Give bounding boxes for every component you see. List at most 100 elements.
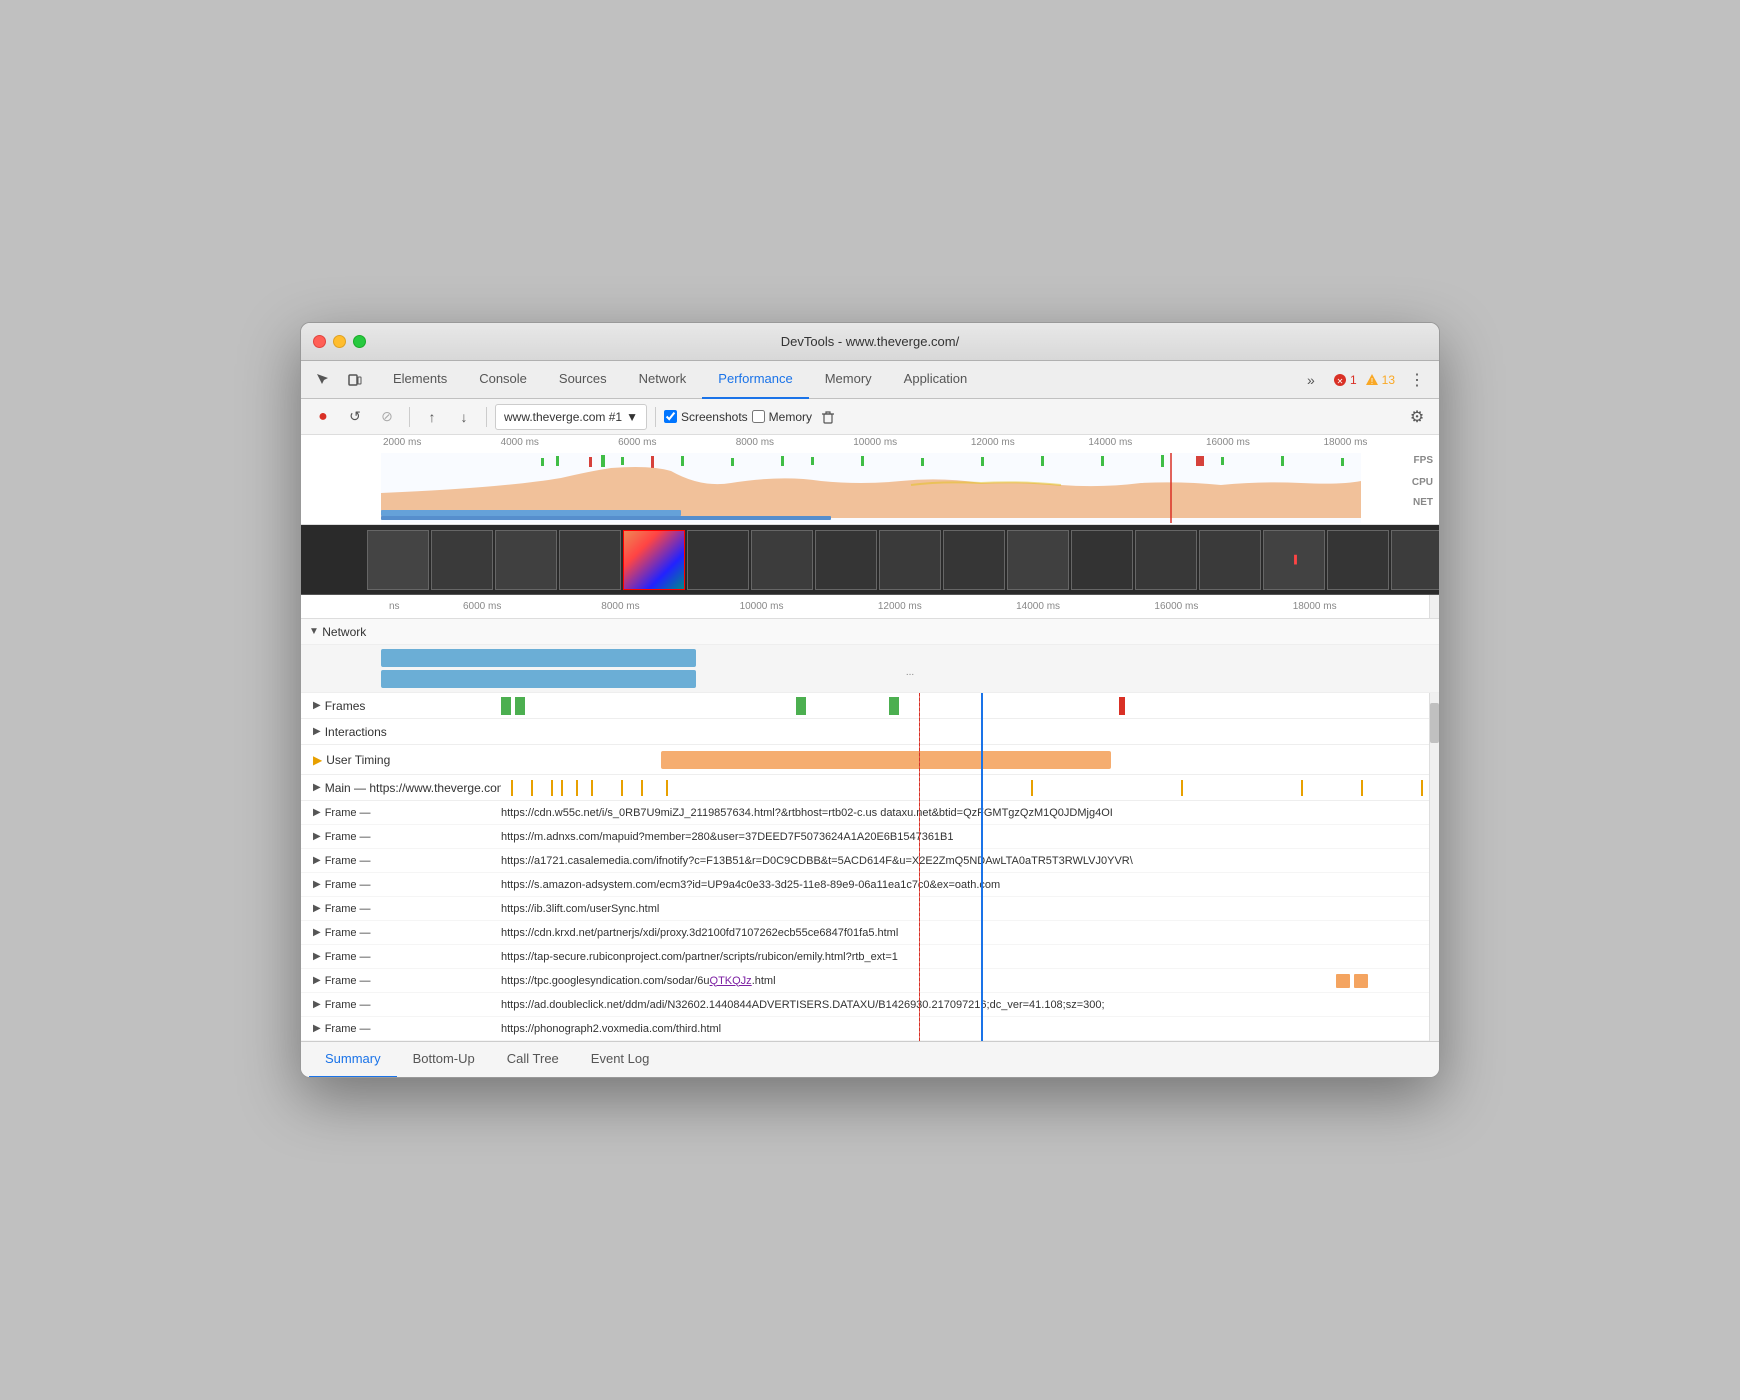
interactions-label-text: Interactions bbox=[325, 725, 387, 739]
stop-button[interactable]: ⊘ bbox=[373, 403, 401, 431]
screenshot-0[interactable] bbox=[367, 530, 429, 590]
reload-button[interactable]: ↺ bbox=[341, 403, 369, 431]
frame-row-4[interactable]: ▶Frame — https://ib.3lift.com/userSync.h… bbox=[301, 897, 1429, 921]
device-icon[interactable] bbox=[341, 366, 369, 394]
screenshot-16[interactable] bbox=[1391, 530, 1439, 590]
main-label-text: Main — https://www.theverge.com/ bbox=[325, 781, 501, 795]
frame-block-1 bbox=[501, 697, 511, 715]
error-badge: ✕ 1 bbox=[1333, 373, 1357, 387]
screenshot-8[interactable] bbox=[879, 530, 941, 590]
clear-button[interactable] bbox=[816, 405, 840, 429]
record-button[interactable]: ● bbox=[309, 403, 337, 431]
tab-network[interactable]: Network bbox=[623, 361, 703, 399]
screenshot-1[interactable] bbox=[431, 530, 493, 590]
more-tabs-icon[interactable]: » bbox=[1297, 366, 1325, 394]
frame-row-3[interactable]: ▶Frame — https://s.amazon-adsystem.com/e… bbox=[301, 873, 1429, 897]
devtools-tab-bar: Elements Console Sources Network Perform… bbox=[301, 361, 1439, 399]
screenshot-2[interactable] bbox=[495, 530, 557, 590]
screenshot-4[interactable] bbox=[623, 530, 685, 590]
title-bar: DevTools - www.theverge.com/ bbox=[301, 323, 1439, 361]
screenshot-13[interactable] bbox=[1199, 530, 1261, 590]
frame-expand-2: ▶ bbox=[313, 855, 321, 866]
frame-row-0[interactable]: ▶Frame — https://cdn.w55c.net/i/s_0RB7U9… bbox=[301, 801, 1429, 825]
screenshot-5[interactable] bbox=[687, 530, 749, 590]
settings-button[interactable]: ⚙ bbox=[1403, 403, 1431, 431]
url-selector[interactable]: www.theverge.com #1 ▼ bbox=[495, 404, 647, 430]
frame-row-7[interactable]: ▶Frame — https://tpc.googlesyndication.c… bbox=[301, 969, 1429, 993]
network-expand-more[interactable]: ... bbox=[381, 645, 1439, 678]
minimize-button[interactable] bbox=[333, 335, 346, 348]
tab-elements[interactable]: Elements bbox=[377, 361, 463, 399]
main-mark-14 bbox=[1421, 780, 1423, 796]
download-button[interactable]: ↓ bbox=[450, 403, 478, 431]
ruler-tick-6000: 6000 ms bbox=[616, 437, 734, 453]
frame-block-2 bbox=[515, 697, 525, 715]
frame-label-text-6: Frame — bbox=[325, 951, 371, 963]
scrollbar-thumb[interactable] bbox=[1430, 703, 1439, 743]
frame-label-4: ▶Frame — bbox=[301, 903, 501, 915]
ruler-ticks-bottom: 6000 ms 8000 ms 10000 ms 12000 ms 14000 … bbox=[461, 601, 1429, 612]
tab-performance[interactable]: Performance bbox=[702, 361, 808, 399]
frame-row-9[interactable]: ▶Frame — https://phonograph2.voxmedia.co… bbox=[301, 1017, 1429, 1041]
frame-expand-6: ▶ bbox=[313, 951, 321, 962]
close-button[interactable] bbox=[313, 335, 326, 348]
frame-url-7: https://tpc.googlesyndication.com/sodar/… bbox=[501, 975, 776, 987]
tab-bottom-up[interactable]: Bottom-Up bbox=[397, 1042, 491, 1078]
devtools-menu-icon[interactable]: ⋮ bbox=[1403, 366, 1431, 394]
tick-b-14000: 14000 ms bbox=[1014, 601, 1152, 612]
tab-application[interactable]: Application bbox=[888, 361, 984, 399]
timeline-scrollbar[interactable] bbox=[1429, 595, 1439, 618]
frame-label-6: ▶ Frame — bbox=[301, 951, 501, 963]
network-header[interactable]: ▼ Network bbox=[301, 619, 1439, 645]
screenshot-3[interactable] bbox=[559, 530, 621, 590]
screenshots-checkbox-label[interactable]: Screenshots bbox=[664, 410, 748, 424]
frame-row-1[interactable]: ▶Frame — https://m.adnxs.com/mapuid?memb… bbox=[301, 825, 1429, 849]
tab-summary[interactable]: Summary bbox=[309, 1042, 397, 1078]
memory-checkbox[interactable] bbox=[752, 410, 765, 423]
frame-marks-8 bbox=[1105, 993, 1429, 1016]
frame-row-2[interactable]: ▶ Frame — https://a1721.casalemedia.com/i… bbox=[301, 849, 1429, 873]
frame-row-6[interactable]: ▶Frame — https://tap-secure.rubiconproje… bbox=[301, 945, 1429, 969]
gs-mark-2 bbox=[1354, 974, 1368, 988]
flame-area: ▶ Frames ▶ bbox=[301, 693, 1439, 1041]
frame-label-text-7: Frame — bbox=[325, 975, 371, 987]
frame-expand-8: ▶ bbox=[313, 999, 321, 1010]
screenshots-checkbox[interactable] bbox=[664, 410, 677, 423]
screenshot-7[interactable] bbox=[815, 530, 877, 590]
frame-url-2: https://a1721.casalemedia.com/ifnotify?c… bbox=[501, 855, 1133, 867]
maximize-button[interactable] bbox=[353, 335, 366, 348]
screenshot-6[interactable] bbox=[751, 530, 813, 590]
tab-sources[interactable]: Sources bbox=[543, 361, 623, 399]
memory-checkbox-label[interactable]: Memory bbox=[752, 410, 812, 424]
screenshot-14[interactable]: ▐ bbox=[1263, 530, 1325, 590]
frame-label-text-8: Frame — bbox=[325, 999, 371, 1011]
main-label-container: ▶ Main — https://www.theverge.com/ bbox=[301, 781, 501, 795]
tab-console[interactable]: Console bbox=[463, 361, 543, 399]
tab-list: Elements Console Sources Network Perform… bbox=[377, 361, 1297, 399]
user-timing-bar bbox=[661, 751, 1111, 769]
tab-event-log[interactable]: Event Log bbox=[575, 1042, 666, 1078]
main-mark-5 bbox=[576, 780, 578, 796]
ruler-tick-16000: 16000 ms bbox=[1204, 437, 1322, 453]
upload-button[interactable]: ↑ bbox=[418, 403, 446, 431]
frame-label-text-2: Frame — bbox=[325, 855, 371, 867]
frame-row-5[interactable]: ▶Frame — https://cdn.krxd.net/partnerjs/… bbox=[301, 921, 1429, 945]
frame-row-8[interactable]: ▶Frame — https://ad.doubleclick.net/ddm/… bbox=[301, 993, 1429, 1017]
inspect-icon[interactable] bbox=[309, 366, 337, 394]
strip-label-area bbox=[305, 529, 365, 590]
main-mark-9 bbox=[666, 780, 668, 796]
screenshot-11[interactable] bbox=[1071, 530, 1133, 590]
user-timing-label-text: User Timing bbox=[326, 753, 390, 767]
screenshot-15[interactable] bbox=[1327, 530, 1389, 590]
flame-inner: ▶ Frames ▶ bbox=[301, 693, 1439, 1041]
tab-memory[interactable]: Memory bbox=[809, 361, 888, 399]
screenshot-9[interactable] bbox=[943, 530, 1005, 590]
devtools-left-icons bbox=[309, 366, 369, 394]
screenshot-12[interactable] bbox=[1135, 530, 1197, 590]
tick-b-12000: 12000 ms bbox=[876, 601, 1014, 612]
frame-url-1: https://m.adnxs.com/mapuid?member=280&us… bbox=[501, 831, 954, 843]
tab-call-tree[interactable]: Call Tree bbox=[491, 1042, 575, 1078]
flame-scrollbar[interactable] bbox=[1429, 693, 1439, 1041]
frame-label-0: ▶Frame — bbox=[301, 807, 501, 819]
screenshot-10[interactable] bbox=[1007, 530, 1069, 590]
